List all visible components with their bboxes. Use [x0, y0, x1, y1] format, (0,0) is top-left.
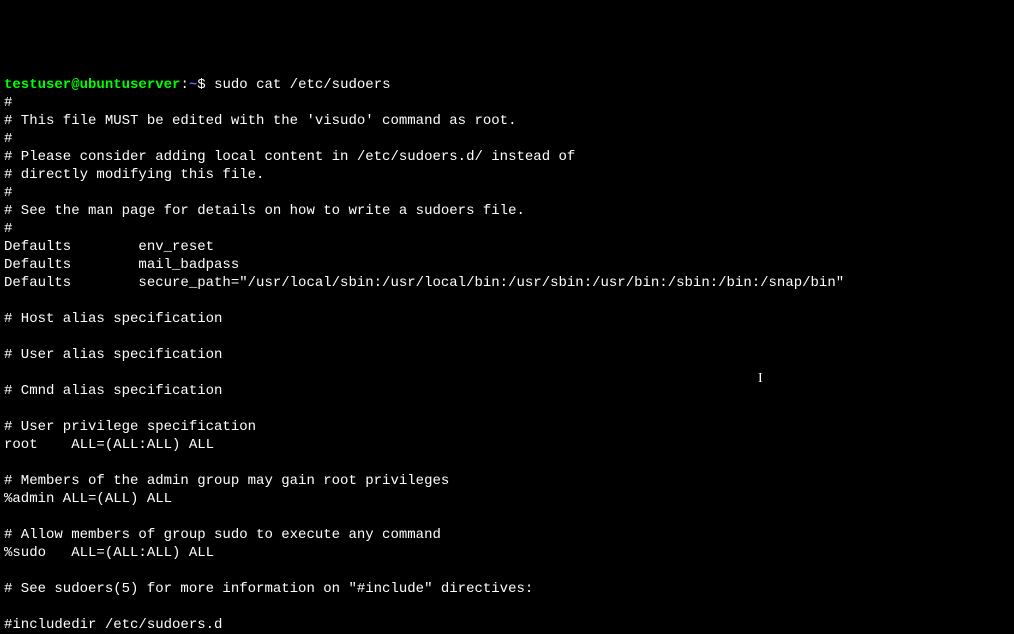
prompt-path: ~ [189, 77, 197, 93]
prompt-colon: : [180, 77, 188, 93]
output-line: # Cmnd alias specification [4, 383, 222, 399]
text-cursor-icon: I [758, 370, 763, 388]
prompt-user-host: testuser@ubuntuserver [4, 77, 180, 93]
output-line: # User alias specification [4, 347, 222, 363]
output-line: Defaults env_reset [4, 239, 214, 255]
output-line: root ALL=(ALL:ALL) ALL [4, 437, 214, 453]
output-line: # See sudoers(5) for more information on… [4, 581, 533, 597]
prompt-dollar: $ [197, 77, 214, 93]
output-line: # Allow members of group sudo to execute… [4, 527, 441, 543]
output-line: Defaults mail_badpass [4, 257, 239, 273]
output-line: %admin ALL=(ALL) ALL [4, 491, 172, 507]
output-line: # See the man page for details on how to… [4, 203, 525, 219]
output-line: # directly modifying this file. [4, 167, 264, 183]
output-line: # User privilege specification [4, 419, 256, 435]
output-line: # [4, 221, 12, 237]
terminal-prompt[interactable]: testuser@ubuntuserver:~$ sudo cat /etc/s… [4, 77, 391, 93]
output-line: # Please consider adding local content i… [4, 149, 575, 165]
command-text: sudo cat /etc/sudoers [214, 77, 390, 93]
output-line: #includedir /etc/sudoers.d [4, 617, 222, 633]
output-line: # This file MUST be edited with the 'vis… [4, 113, 516, 129]
output-line: # [4, 185, 12, 201]
output-line: # Members of the admin group may gain ro… [4, 473, 449, 489]
output-line: %sudo ALL=(ALL:ALL) ALL [4, 545, 214, 561]
output-line: # [4, 131, 12, 147]
output-line: Defaults secure_path="/usr/local/sbin:/u… [4, 275, 844, 291]
output-line: # [4, 95, 12, 111]
output-line: # Host alias specification [4, 311, 222, 327]
